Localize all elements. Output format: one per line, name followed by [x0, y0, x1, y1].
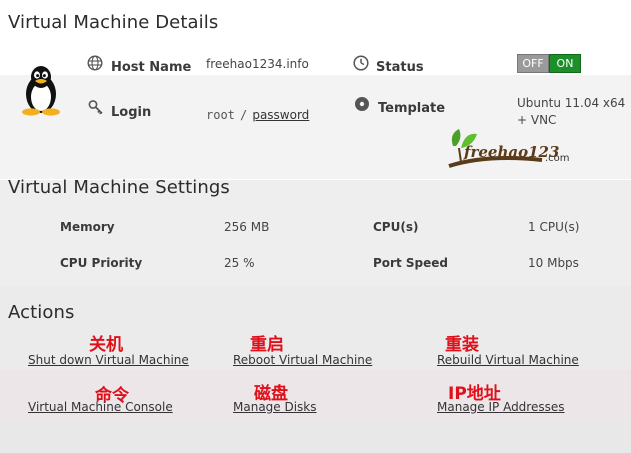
freehao123-logo: freehao123 .com — [447, 126, 577, 174]
cpu-priority-value: 25 % — [224, 256, 255, 270]
key-icon — [88, 100, 103, 115]
cpu-value: 1 CPU(s) — [528, 220, 580, 234]
show-password-link[interactable]: password — [252, 108, 309, 122]
status-toggle[interactable]: OFF ON — [517, 54, 581, 73]
clock-icon — [353, 55, 369, 71]
login-separator: / — [240, 108, 248, 122]
login-label: Login — [111, 105, 152, 120]
shutdown-annotation: 关机 — [89, 335, 123, 355]
login-user: root — [206, 108, 235, 122]
template-label: Template — [378, 101, 446, 116]
host-name-value: freehao1234.info — [206, 57, 309, 71]
manage-ip-link[interactable]: Manage IP Addresses — [437, 400, 565, 414]
settings-title: Virtual Machine Settings — [8, 177, 230, 198]
bottom-band — [0, 420, 631, 453]
template-value-line1: Ubuntu 11.04 x64 — [517, 96, 626, 110]
template-value: Ubuntu 11.04 x64 + VNC — [517, 95, 625, 129]
status-off-button[interactable]: OFF — [517, 54, 549, 73]
status-label: Status — [376, 60, 424, 75]
rebuild-vm-link[interactable]: Rebuild Virtual Machine — [437, 353, 579, 367]
tux-penguin-icon — [22, 66, 60, 116]
port-speed-label: Port Speed — [373, 256, 448, 270]
manage-disks-link[interactable]: Manage Disks — [233, 400, 317, 414]
memory-value: 256 MB — [224, 220, 270, 234]
vm-console-link[interactable]: Virtual Machine Console — [28, 400, 173, 414]
reboot-vm-link[interactable]: Reboot Virtual Machine — [233, 353, 372, 367]
actions-title: Actions — [8, 302, 75, 323]
status-on-button[interactable]: ON — [549, 54, 581, 73]
login-credentials: root / password — [206, 104, 309, 123]
disc-icon — [355, 97, 369, 111]
shutdown-vm-link[interactable]: Shut down Virtual Machine — [28, 353, 189, 367]
globe-icon — [87, 55, 103, 71]
rebuild-annotation: 重装 — [445, 335, 479, 355]
host-name-label: Host Name — [111, 60, 192, 75]
memory-label: Memory — [60, 220, 115, 234]
logo-tld: .com — [545, 153, 570, 164]
vm-details-title: Virtual Machine Details — [8, 12, 219, 33]
reboot-annotation: 重启 — [250, 335, 284, 355]
cpu-priority-label: CPU Priority — [60, 256, 143, 270]
port-speed-value: 10 Mbps — [528, 256, 579, 270]
cpu-label: CPU(s) — [373, 220, 419, 234]
